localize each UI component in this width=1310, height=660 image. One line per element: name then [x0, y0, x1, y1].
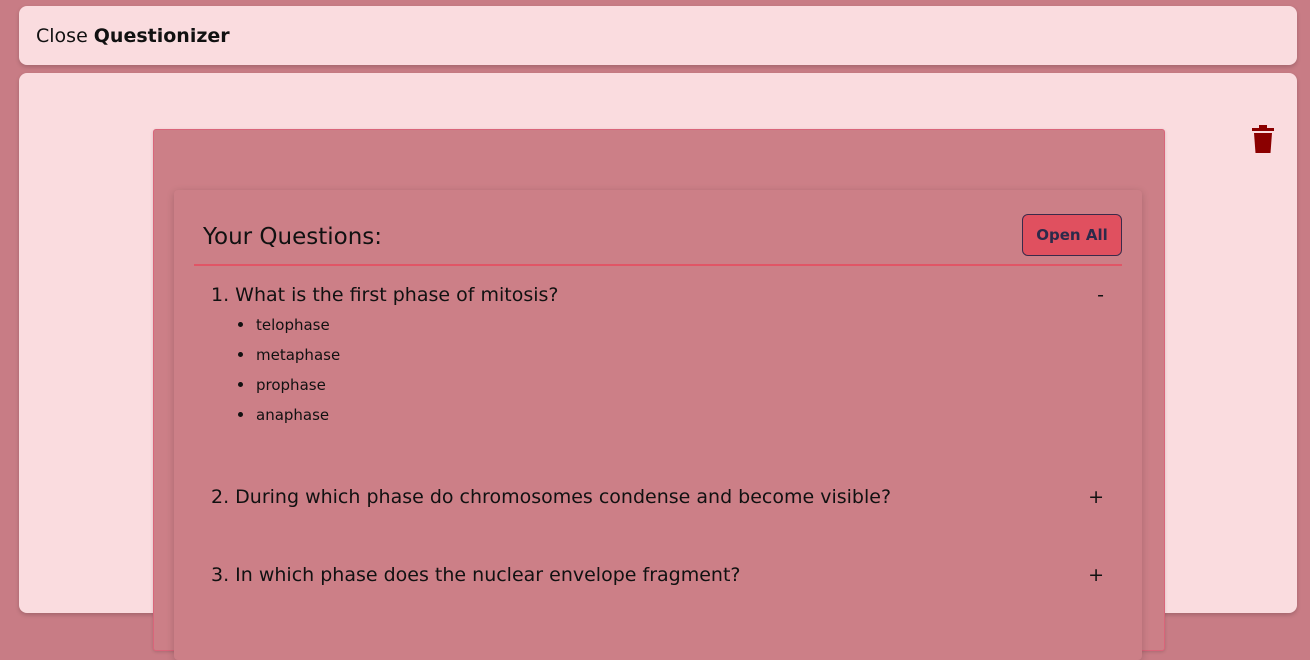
questions-title: Your Questions: — [203, 224, 383, 250]
close-questionizer-bar[interactable]: Close Questionizer — [19, 6, 1297, 65]
bullet-icon — [238, 322, 243, 327]
questions-header: Your Questions: Open All — [194, 214, 1122, 266]
bullet-icon — [238, 412, 243, 417]
answer-options: telophase metaphase prophase anaphase — [238, 316, 340, 436]
question-text: 3. In which phase does the nuclear envel… — [211, 564, 741, 586]
answer-option: telophase — [238, 316, 340, 346]
expand-toggle[interactable]: + — [1088, 564, 1104, 586]
answer-option: metaphase — [238, 346, 340, 376]
close-label: Close — [36, 24, 88, 47]
questions-card: Your Questions: Open All 1. What is the … — [174, 190, 1142, 660]
trash-icon[interactable] — [1252, 125, 1274, 153]
main-panel: Your Questions: Open All 1. What is the … — [19, 73, 1297, 660]
bullet-icon — [238, 382, 243, 387]
quiz-container: Your Questions: Open All 1. What is the … — [153, 129, 1165, 660]
collapse-toggle[interactable]: - — [1097, 284, 1104, 306]
question-text: 1. What is the first phase of mitosis? — [211, 284, 559, 306]
app-name: Questionizer — [93, 24, 230, 47]
expand-toggle[interactable]: + — [1088, 486, 1104, 508]
bullet-icon — [238, 352, 243, 357]
open-all-button[interactable]: Open All — [1022, 214, 1122, 256]
question-text: 2. During which phase do chromosomes con… — [211, 486, 892, 508]
answer-option: anaphase — [238, 406, 340, 436]
answer-option: prophase — [238, 376, 340, 406]
